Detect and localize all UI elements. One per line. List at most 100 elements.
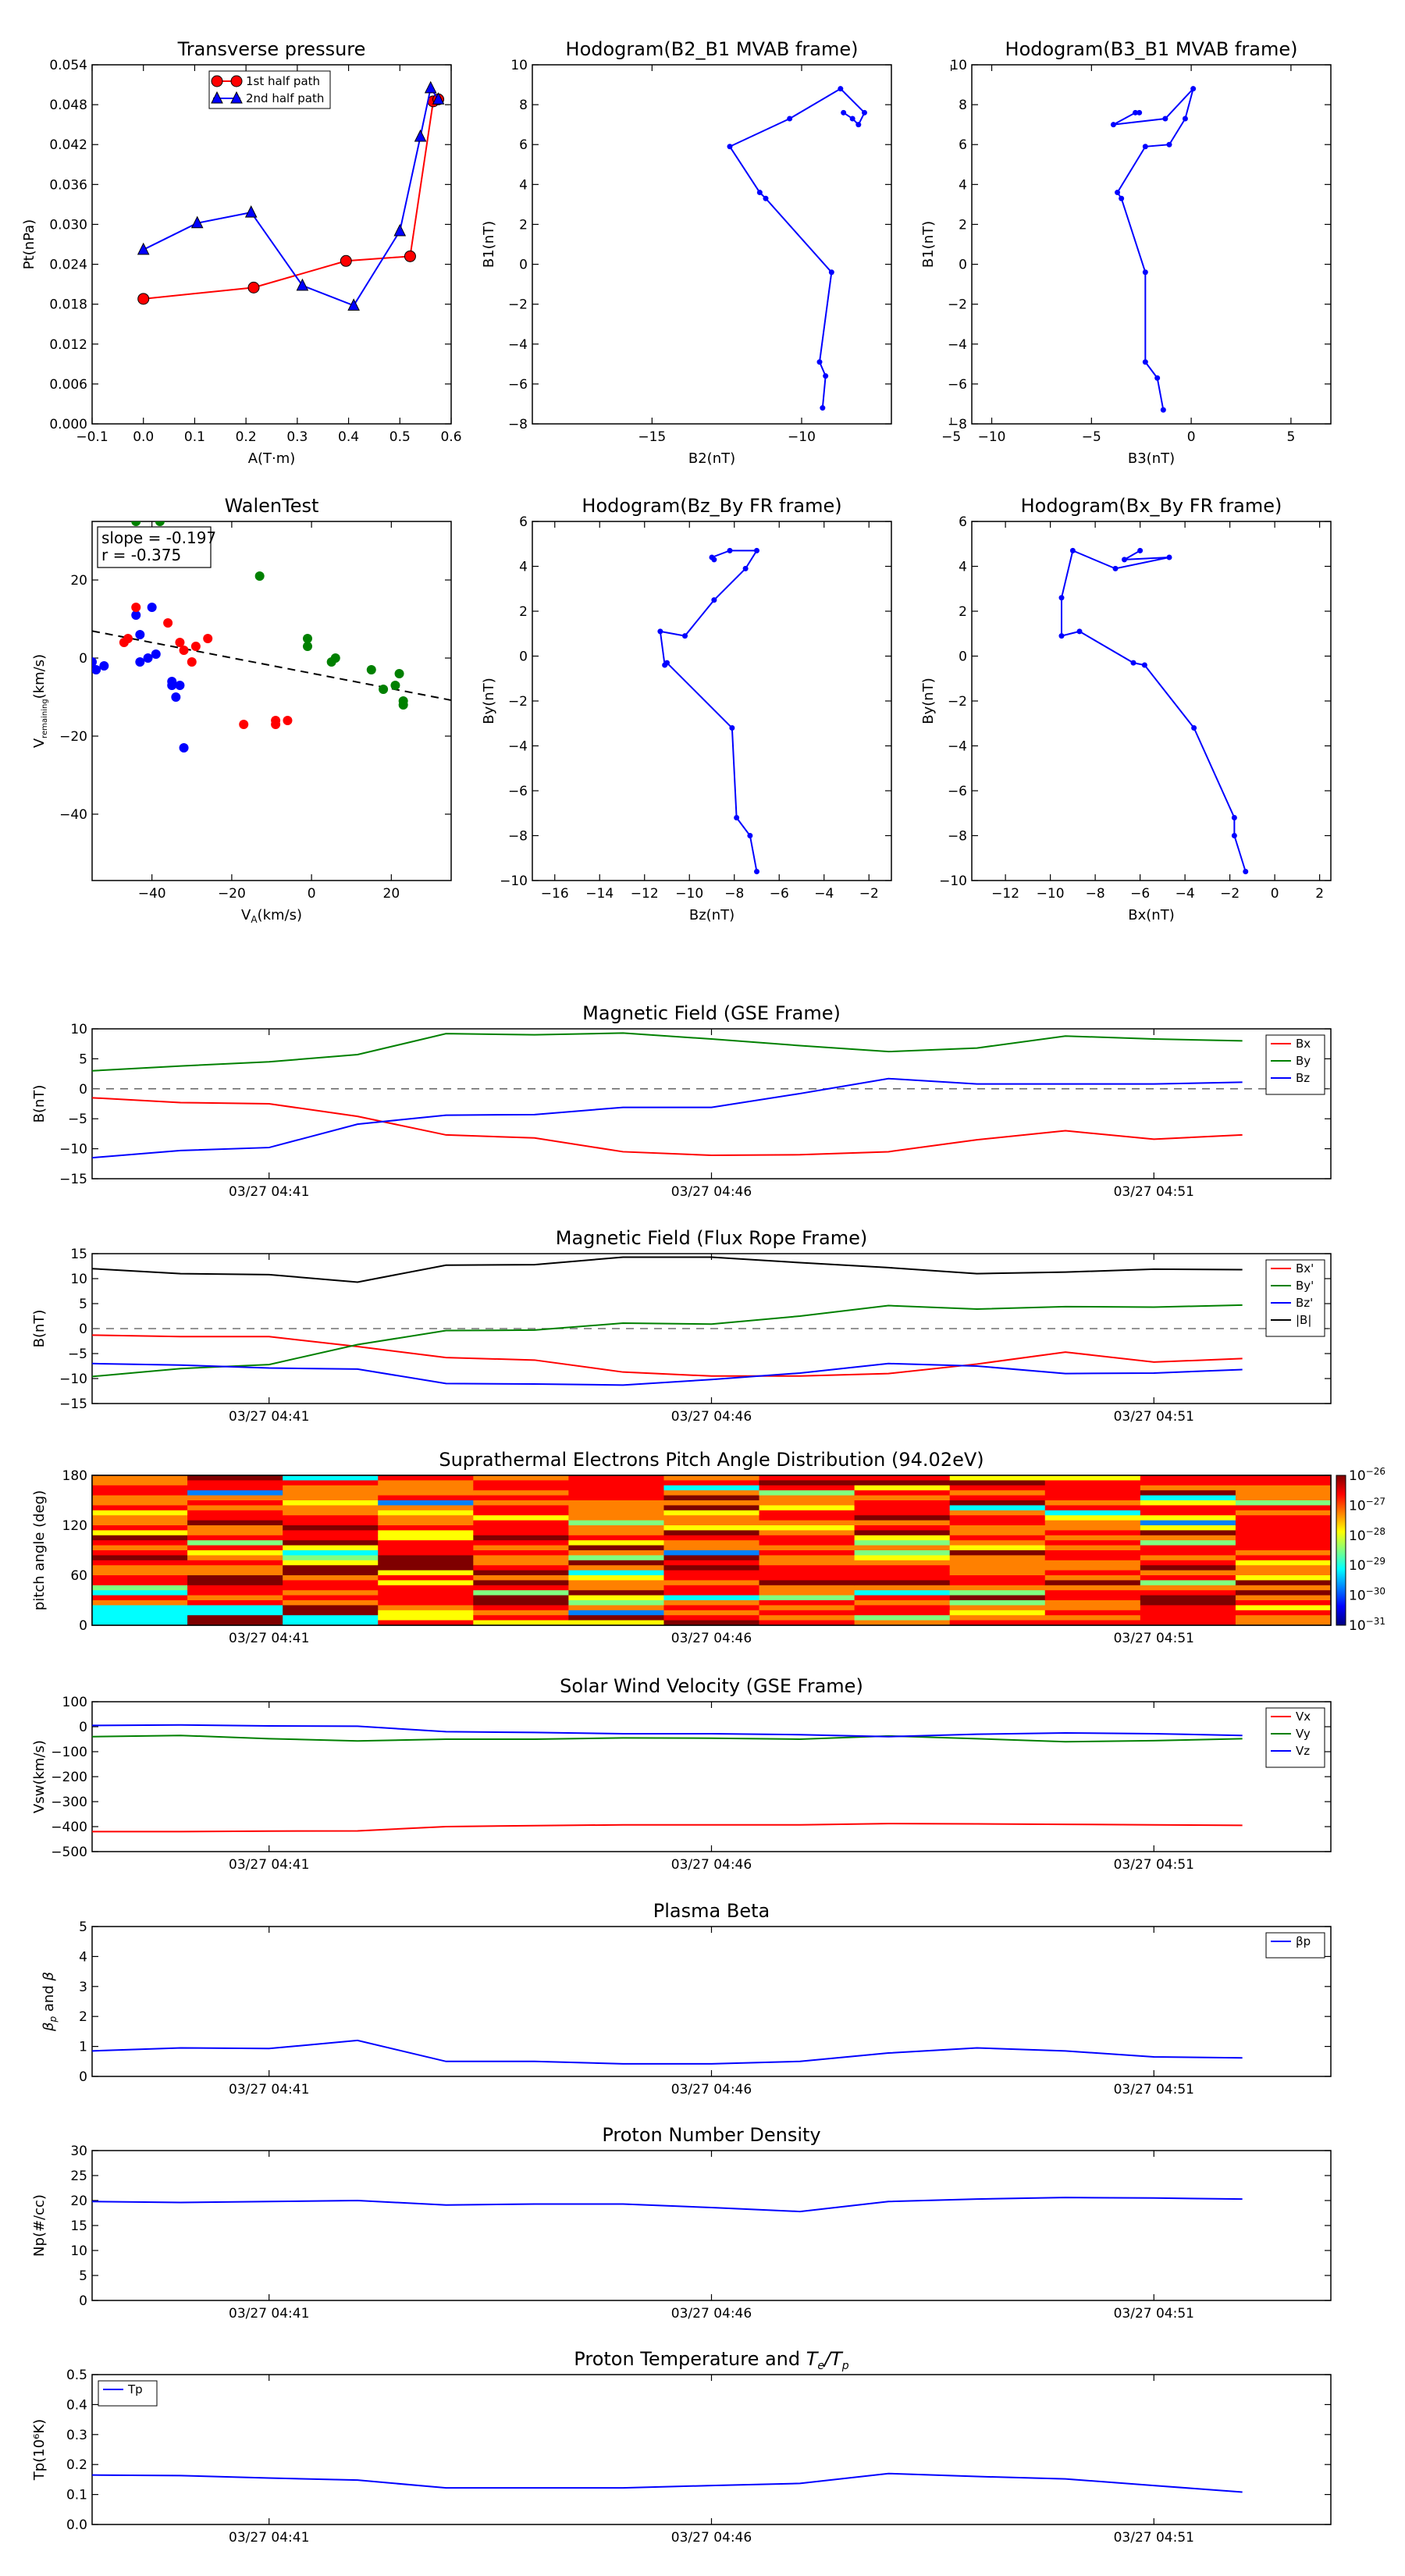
pitch-angle-distribution-cell <box>759 1555 855 1561</box>
solar-wind-velocity-legend-label: Vz <box>1296 1744 1310 1758</box>
plasma-beta-series-βp <box>92 2039 1243 2065</box>
pitch-angle-distribution-cell <box>378 1575 474 1581</box>
pitch-angle-distribution-cell <box>92 1535 188 1541</box>
pitch-angle-distribution-cell <box>568 1480 665 1486</box>
pitch-angle-distribution-cell <box>283 1525 379 1531</box>
pitch-angle-distribution-cell <box>473 1555 569 1561</box>
pitch-angle-distribution-cell <box>568 1595 665 1601</box>
walen-test-ytick-label: 0 <box>79 651 87 667</box>
pitch-angle-distribution-cell <box>854 1605 951 1611</box>
pitch-angle-distribution-cell <box>92 1475 188 1481</box>
pitch-angle-distribution-cell <box>949 1545 1046 1551</box>
hodogram-bz-by-xtick-label: −10 <box>675 886 703 902</box>
pitch-angle-distribution-cell <box>854 1560 951 1566</box>
pitch-angle-distribution-cell <box>473 1560 569 1566</box>
pitch-angle-distribution-cell <box>473 1475 569 1481</box>
pitch-angle-distribution-cell <box>1140 1615 1236 1621</box>
hodogram-bz-by-xtick-label: −12 <box>631 886 659 902</box>
hodogram-b2-b1-point <box>823 373 829 379</box>
pitch-angle-distribution-cell <box>473 1570 569 1576</box>
proton-number-density-ytick-label: 25 <box>70 2169 87 2184</box>
pitch-angle-distribution-cell <box>283 1550 379 1556</box>
pitch-angle-distribution-cell <box>92 1585 188 1591</box>
pitch-angle-distribution-cell <box>854 1490 951 1496</box>
pitch-angle-distribution-cell <box>187 1510 283 1516</box>
pitch-angle-distribution-colorbar-label: 10−27 <box>1349 1496 1385 1514</box>
pitch-angle-distribution-cell <box>1140 1575 1236 1581</box>
transverse-pressure-title: Transverse pressure <box>177 38 366 60</box>
hodogram-b3-b1-ytick-label: −8 <box>948 417 967 432</box>
magnetic-field-gse-ytick-label: 5 <box>79 1051 87 1067</box>
hodogram-bx-by-chart: Hodogram(Bx_By FR frame) −10 −8 −6 −4 −2 0 2 4 6 −… <box>920 495 1332 923</box>
hodogram-bx-by-xlabel: Bx(nT) <box>1128 907 1174 923</box>
pitch-angle-distribution-cell <box>568 1535 665 1541</box>
pitch-angle-distribution-cell <box>187 1595 283 1601</box>
pitch-angle-distribution-cell <box>1235 1600 1331 1606</box>
pitch-angle-distribution-cell <box>378 1610 474 1616</box>
pitch-angle-distribution-cell <box>378 1560 474 1566</box>
hodogram-bx-by-ytick-label: −6 <box>948 784 967 799</box>
hodogram-b3-b1-ytick-label: −4 <box>948 337 967 353</box>
pitch-angle-distribution-cell <box>759 1565 855 1571</box>
hodogram-bz-by-point <box>729 725 735 731</box>
walen-test-point <box>254 571 265 581</box>
magnetic-field-flux-rope-ytick-label: 15 <box>70 1247 87 1262</box>
walen-test-point <box>135 657 145 667</box>
hodogram-b2-b1-title: Hodogram(B2_B1 MVAB frame) <box>566 38 859 60</box>
pitch-angle-distribution-cell <box>473 1515 569 1521</box>
pitch-angle-distribution-cell <box>568 1495 665 1501</box>
transverse-pressure-xtick-label: −0.1 <box>76 429 108 445</box>
pitch-angle-distribution-cell <box>187 1485 283 1491</box>
pitch-angle-distribution-cell <box>759 1505 855 1511</box>
pitch-angle-distribution-cell <box>759 1600 855 1606</box>
hodogram-bx-by-point <box>1058 595 1065 601</box>
pitch-angle-distribution-cell <box>378 1580 474 1586</box>
pitch-angle-distribution-cell <box>663 1530 760 1536</box>
pitch-angle-distribution-cell <box>187 1495 283 1501</box>
pitch-angle-distribution-cell <box>759 1610 855 1616</box>
pitch-angle-distribution-cell <box>1044 1565 1141 1571</box>
hodogram-b2-b1-point <box>841 109 847 116</box>
plasma-beta-frame <box>91 1926 1332 2077</box>
pitch-angle-distribution-cell <box>378 1495 474 1501</box>
magnetic-field-gse-series-Bz <box>92 1077 1243 1159</box>
pitch-angle-distribution-cell <box>759 1585 855 1591</box>
hodogram-bx-by-frame <box>971 521 1332 881</box>
walen-test-ytick-label: 20 <box>70 573 87 589</box>
magnetic-field-flux-rope-series-Bx' <box>92 1334 1243 1377</box>
pitch-angle-distribution-cell <box>1235 1495 1331 1501</box>
magnetic-field-flux-rope-ytick-label: −10 <box>59 1372 87 1387</box>
pitch-angle-distribution-cell <box>378 1590 474 1596</box>
plasma-beta-ytick-label: 0 <box>79 2069 87 2085</box>
proton-temperature-xtick-label: 03/27 04:51 <box>1114 2530 1194 2546</box>
pitch-angle-distribution-colorbar <box>1336 1475 1346 1626</box>
walen-test-point <box>271 720 281 729</box>
walen-test-ytick-label: −40 <box>59 807 87 823</box>
hodogram-bz-by-plot-area <box>657 547 759 874</box>
magnetic-field-gse-xtick-label: 03/27 04:41 <box>229 1184 309 1200</box>
walen-test-point <box>190 642 201 651</box>
hodogram-bz-by-ytick-label: 0 <box>519 649 528 665</box>
pitch-angle-distribution-cell <box>283 1575 379 1581</box>
magnetic-field-gse-frame <box>91 1028 1332 1179</box>
hodogram-b3-b1-title: Hodogram(B3_B1 MVAB frame) <box>1005 38 1298 60</box>
hodogram-bz-by-series-line <box>659 550 759 872</box>
pitch-angle-distribution-cell <box>92 1560 188 1566</box>
pitch-angle-distribution-cell <box>854 1530 951 1536</box>
pitch-angle-distribution-cell <box>759 1550 855 1556</box>
walen-test-point <box>163 618 173 628</box>
pitch-angle-distribution-cell <box>854 1510 951 1516</box>
pitch-angle-distribution-cell <box>1235 1570 1331 1576</box>
hodogram-bx-by-point <box>1058 633 1065 639</box>
solar-wind-velocity-ytick-label: −200 <box>51 1770 87 1785</box>
hodogram-bx-by-ytick-label: 2 <box>959 604 967 620</box>
walen-test-ytick-label: −20 <box>59 729 87 745</box>
proton-number-density-ylabel: Np(#/cc) <box>31 2194 48 2257</box>
proton-number-density-ytick-label: 20 <box>70 2194 87 2209</box>
pitch-angle-distribution-cell <box>663 1610 760 1616</box>
pitch-angle-distribution-cell <box>92 1555 188 1561</box>
pitch-angle-distribution-cell <box>1044 1560 1141 1566</box>
pitch-angle-distribution-cell <box>187 1565 283 1571</box>
proton-number-density-ytick-label: 15 <box>70 2218 87 2234</box>
pitch-angle-distribution-cell <box>473 1535 569 1541</box>
